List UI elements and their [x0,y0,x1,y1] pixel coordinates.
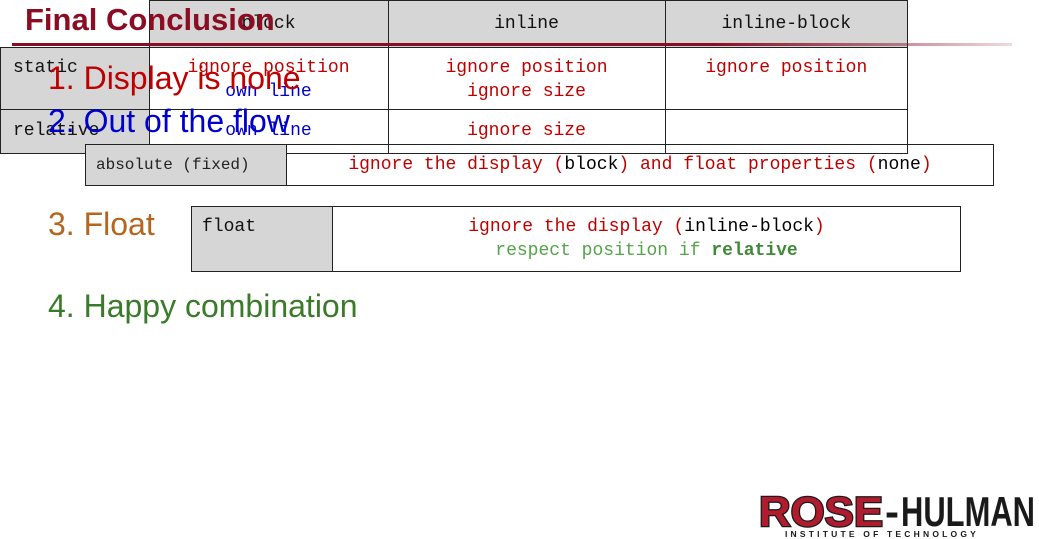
svg-text:HULMAN: HULMAN [901,488,1035,535]
rose-hulman-logo: ROSE - HULMAN INSTITUTE OF TECHNOLOGY [758,488,1035,539]
header-inline: inline [387,0,666,48]
float-paren-close: ) [813,217,825,237]
absolute-float-value: none [877,155,921,175]
float-line2-relative: relative [711,241,798,261]
absolute-table: absolute (fixed) ignore the display (blo… [85,144,994,186]
absolute-text-b: and float properties [629,155,867,175]
float-table: float ignore the display (inline-block) … [191,206,961,272]
float-line-1: ignore the display (inline-block) [334,215,959,239]
cell-text: ignore size [467,121,586,141]
conclusion-item-4: 4. Happy combination [48,288,358,324]
absolute-text-a: ignore the display [348,155,554,175]
absolute-display-value: block [564,155,619,175]
title-underline [12,43,1012,46]
svg-text:ROSE: ROSE [759,488,883,535]
cell-static-inline-block: ignore position [664,47,908,110]
float-paren-open: ( [673,217,685,237]
svg-text:-: - [885,488,899,535]
float-line1-text: ignore the display [468,217,674,237]
absolute-paren-close: ) [618,155,630,175]
cell-text: ignore position [445,58,608,78]
slide-title: Final Conclusion [25,2,275,37]
conclusion-item-3: 3. Float [48,206,155,242]
absolute-value-cell: ignore the display (block) and float pro… [286,144,994,186]
absolute-paren-close-2: ) [920,155,932,175]
header-inline-block: inline-block [664,0,908,48]
float-line2-text: respect position if [495,241,712,261]
svg-text:INSTITUTE OF TECHNOLOGY: INSTITUTE OF TECHNOLOGY [785,529,979,539]
conclusion-item-1: 1. Display is none [48,60,301,96]
absolute-paren-open-2: ( [866,155,878,175]
cell-text: ignore position [705,58,868,78]
conclusion-item-2: 2. Out of the flow [48,103,290,139]
absolute-paren-open: ( [553,155,565,175]
float-value-cell: ignore the display (inline-block) respec… [332,206,961,272]
absolute-key-cell: absolute (fixed) [85,144,287,186]
cell-static-inline: ignore position ignore size [387,47,666,110]
float-key-cell: float [191,206,333,272]
float-line-2: respect position if relative [334,239,959,263]
float-display-value: inline-block [684,217,814,237]
cell-text: ignore size [467,82,586,102]
